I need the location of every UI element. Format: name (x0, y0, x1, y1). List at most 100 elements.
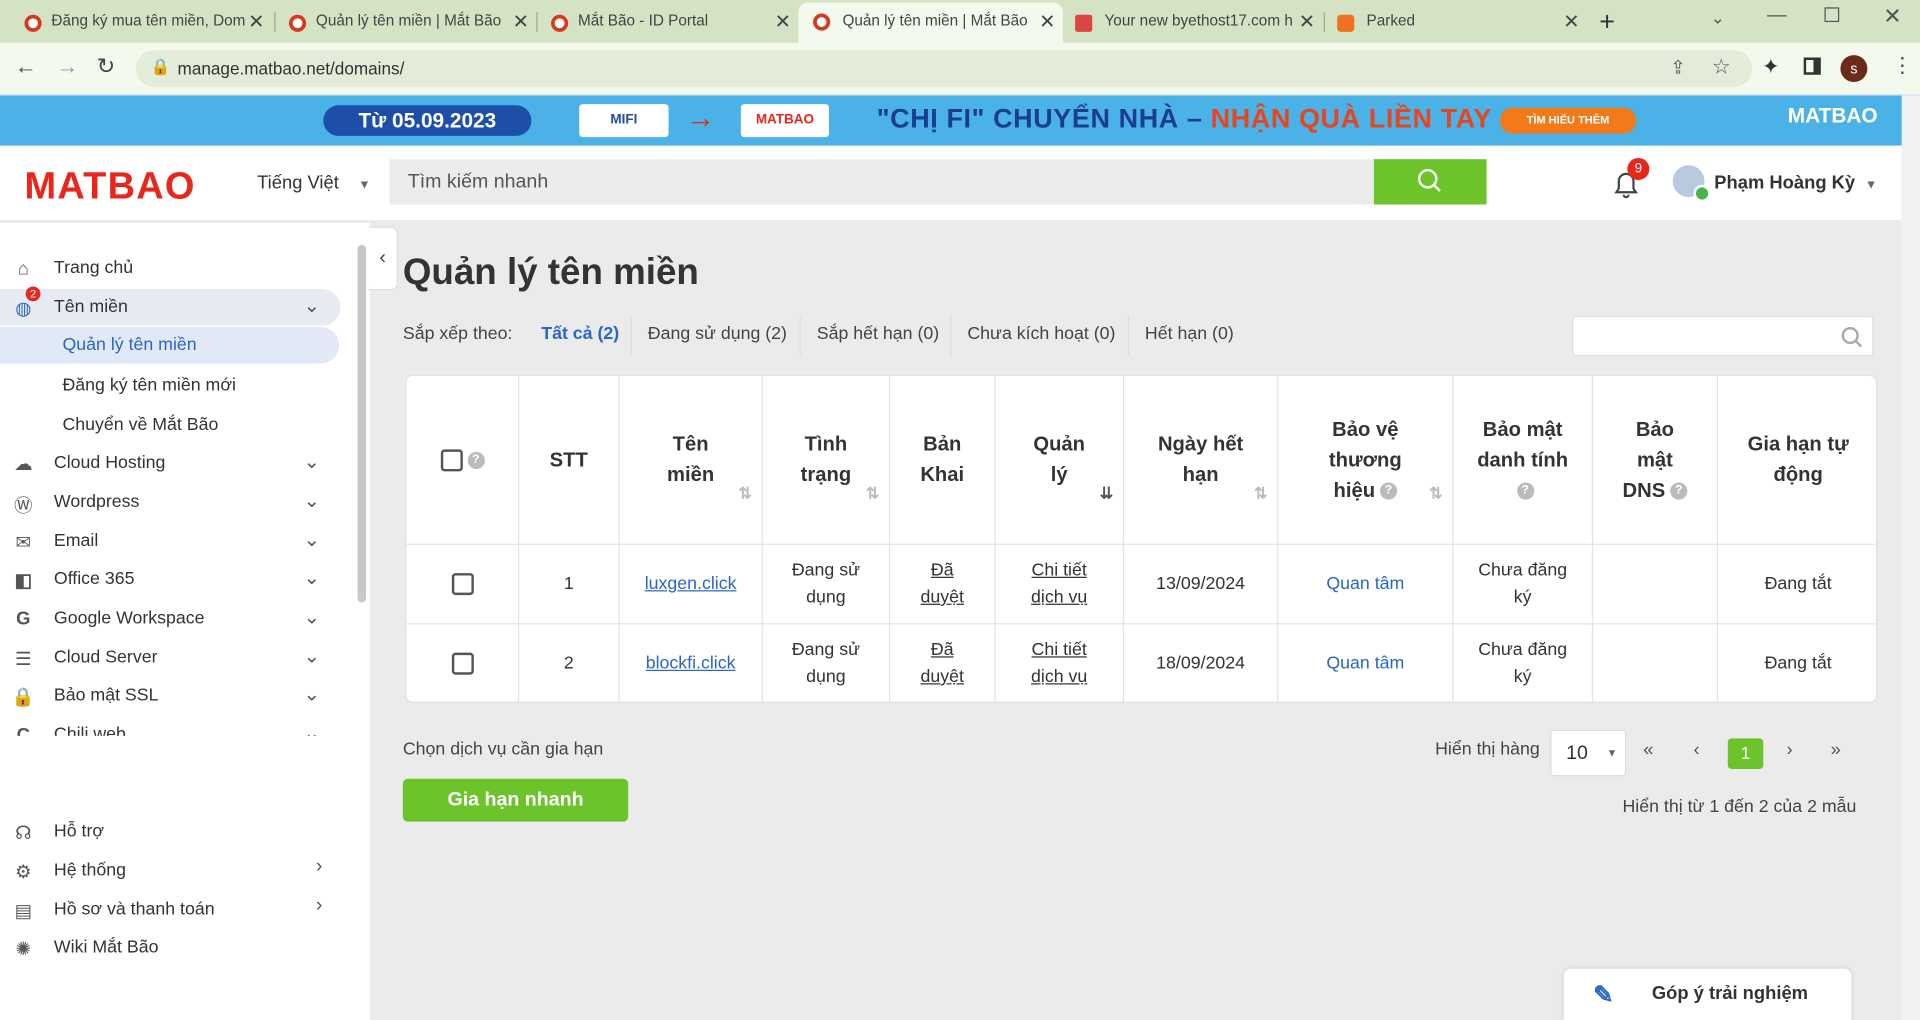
matbao-logo[interactable]: MATBAO (24, 164, 195, 208)
url-field[interactable]: 🔒 manage.matbao.net/domains/ ⇪ ☆ (135, 50, 1753, 87)
help-icon[interactable]: ? (1516, 482, 1534, 500)
tab-search-icon[interactable]: ⌄ (1711, 7, 1725, 28)
bookmark-star-icon[interactable]: ☆ (1712, 55, 1731, 79)
sidebar-subitem-active[interactable]: Quản lý tên miền (0, 326, 340, 364)
browser-tab[interactable]: Parked ✕ (1325, 5, 1587, 39)
quick-search-input[interactable]: Tìm kiếm nhanh (389, 159, 1377, 205)
row-checkbox[interactable] (451, 652, 474, 675)
close-icon[interactable]: ✕ (1039, 10, 1055, 34)
help-icon[interactable]: ? (1379, 482, 1398, 500)
chevron-down-icon: ⌄ (303, 451, 321, 473)
service-detail-link[interactable]: Chi tiết dịch vụ (1030, 637, 1089, 691)
sort-icon[interactable]: ⇅ (1429, 478, 1442, 509)
next-page-icon[interactable]: › (1787, 740, 1793, 761)
brand-interest-link[interactable]: Quan tâm (1326, 650, 1404, 677)
declaration-link[interactable]: Đã duyệt (920, 637, 965, 691)
chevron-down-icon: ⌄ (303, 646, 321, 668)
sidebar-item-cloud-hosting[interactable]: ☁ Cloud Hosting ⌄ (0, 444, 355, 481)
window-close-icon[interactable]: ✕ (1883, 4, 1901, 30)
first-page-icon[interactable]: « (1643, 740, 1653, 761)
sort-desc-icon[interactable]: ⇊ (1100, 478, 1113, 509)
back-icon[interactable]: ← (15, 54, 37, 80)
filter-expired[interactable]: Hết hạn (0) (1145, 324, 1234, 344)
page-scrollbar[interactable] (1901, 95, 1920, 1020)
close-icon[interactable]: ✕ (1299, 10, 1315, 34)
sidebar-item-domains[interactable]: ◍ 2 Tên miền ⌄ (0, 286, 341, 326)
learn-more-button[interactable]: TÌM HIỂU THÊM (1500, 107, 1636, 134)
service-detail-link[interactable]: Chi tiết dịch vụ (1030, 557, 1089, 611)
browser-tab[interactable]: Your new byethost17.com h ✕ (1060, 5, 1322, 39)
filter-inactive[interactable]: Chưa kích hoạt (0) (967, 324, 1115, 344)
sidebar-subitem[interactable]: Đăng ký tên miền mới (62, 376, 235, 396)
sidebar-item-wordpress[interactable]: Ⓦ Wordpress ⌄ (0, 484, 355, 521)
help-icon[interactable]: ? (1670, 482, 1688, 500)
col-expiry[interactable]: Ngày hết hạn ⇅ (1124, 375, 1279, 545)
new-tab-icon[interactable]: + (1599, 6, 1615, 38)
declaration-link[interactable]: Đã duyệt (920, 557, 965, 611)
col-status[interactable]: Tình trạng ⇅ (763, 375, 891, 545)
sidebar-item-profile-billing[interactable]: ▤ Hồ sơ và thanh toán › (0, 891, 355, 928)
promo-banner[interactable]: Từ 05.09.2023 MIFI → MATBAO "CHỊ FI" CHU… (0, 95, 1920, 146)
close-icon[interactable]: ✕ (1563, 10, 1579, 34)
sidebar-item-wiki[interactable]: ✺ Wiki Mắt Bão (0, 929, 355, 966)
sidebar-item-label: Hỗ trợ (53, 821, 105, 842)
browser-tab-active[interactable]: Quản lý tên miền | Mắt Bão ✕ (798, 2, 1063, 43)
sort-icon[interactable]: ⇅ (866, 478, 879, 509)
feedback-button[interactable]: ✎ Góp ý trải nghiệm (1563, 968, 1852, 1020)
menu-kebab-icon[interactable]: ⋮ (1892, 54, 1913, 78)
google-icon: G (16, 608, 31, 630)
page-current[interactable]: 1 (1727, 738, 1764, 769)
filter-expiring[interactable]: Sắp hết hạn (0) (817, 324, 939, 344)
user-menu[interactable]: Phạm Hoàng Kỳ ▼ (1714, 173, 1877, 194)
share-icon[interactable]: ⇪ (1670, 56, 1685, 79)
close-icon[interactable]: ✕ (248, 10, 264, 34)
quick-renew-button[interactable]: Gia hạn nhanh (402, 778, 629, 822)
search-icon (1417, 168, 1441, 192)
col-domain[interactable]: Tên miền ⇅ (620, 375, 763, 545)
sidebar-item-chili-web[interactable]: C Chili web ⌄ (0, 716, 355, 736)
browser-tab[interactable]: Mắt Bão - ID Portal ✕ (527, 5, 799, 39)
close-icon[interactable]: ✕ (775, 10, 791, 34)
filter-in-use[interactable]: Đang sử dụng (2) (648, 324, 787, 344)
brand-interest-link[interactable]: Quan tâm (1326, 571, 1404, 598)
reload-icon[interactable]: ↻ (97, 54, 115, 80)
prev-page-icon[interactable]: ‹ (1693, 740, 1699, 761)
sidebar-item-email[interactable]: ✉ Email ⌄ (0, 523, 355, 560)
table-search-input[interactable] (1572, 315, 1874, 357)
col-brand-protection[interactable]: Bảo vệ thương hiệu? ⇅ (1278, 375, 1454, 545)
collapse-sidebar-button[interactable]: ‹ (368, 226, 398, 291)
sidebar-item-system[interactable]: ⚙ Hệ thống › (0, 852, 355, 889)
forward-icon[interactable]: → (56, 54, 78, 80)
help-icon[interactable]: ? (467, 451, 485, 469)
profile-avatar[interactable]: s (1840, 55, 1868, 83)
browser-tab[interactable]: Đăng ký mua tên miền, Dom ✕ (0, 5, 272, 39)
sidebar-item-ssl[interactable]: 🔒 Bảo mật SSL ⌄ (0, 677, 355, 714)
filter-all[interactable]: Tất cả (2) (541, 324, 619, 344)
notification-badge: 9 (1627, 157, 1650, 181)
search-button[interactable] (1373, 159, 1487, 205)
minimize-icon[interactable]: — (1767, 5, 1787, 27)
sidebar-scrollbar[interactable] (357, 244, 367, 603)
maximize-icon[interactable] (1824, 7, 1840, 23)
sidebar-item-home[interactable]: ⌂ Trang chủ (0, 250, 355, 287)
browser-tab[interactable]: Quản lý tên miền | Mắt Bão ✕ (264, 5, 536, 39)
chevron-down-icon: ⌄ (303, 491, 321, 512)
col-manage[interactable]: Quản lý ⇊ (996, 375, 1125, 545)
sidebar-item-support[interactable]: ☊ Hỗ trợ (0, 813, 355, 850)
sidebar-subitem[interactable]: Chuyển về Mắt Bão (62, 415, 218, 435)
domain-link[interactable]: blockfi.click (646, 650, 736, 677)
sort-icon[interactable]: ⇅ (738, 478, 751, 509)
row-checkbox[interactable] (451, 573, 474, 596)
language-selector[interactable]: Tiếng Việt ▼ (257, 173, 370, 194)
domain-link[interactable]: luxgen.click (645, 571, 737, 598)
extensions-icon[interactable]: ✦ (1762, 55, 1779, 79)
slogan-part1: "CHỊ FI" CHUYỂN NHÀ – (876, 102, 1211, 134)
rows-per-page-select[interactable]: 10 ▼ (1550, 729, 1627, 777)
sidepanel-icon[interactable] (1803, 57, 1821, 75)
sidebar-item-google-workspace[interactable]: G Google Workspace ⌄ (0, 600, 355, 637)
sidebar-item-office365[interactable]: ◧ Office 365 ⌄ (0, 561, 355, 598)
sort-icon[interactable]: ⇅ (1254, 478, 1267, 509)
select-all-checkbox[interactable] (440, 449, 463, 472)
last-page-icon[interactable]: » (1831, 740, 1841, 761)
sidebar-item-cloud-server[interactable]: ☰ Cloud Server ⌄ (0, 639, 355, 676)
